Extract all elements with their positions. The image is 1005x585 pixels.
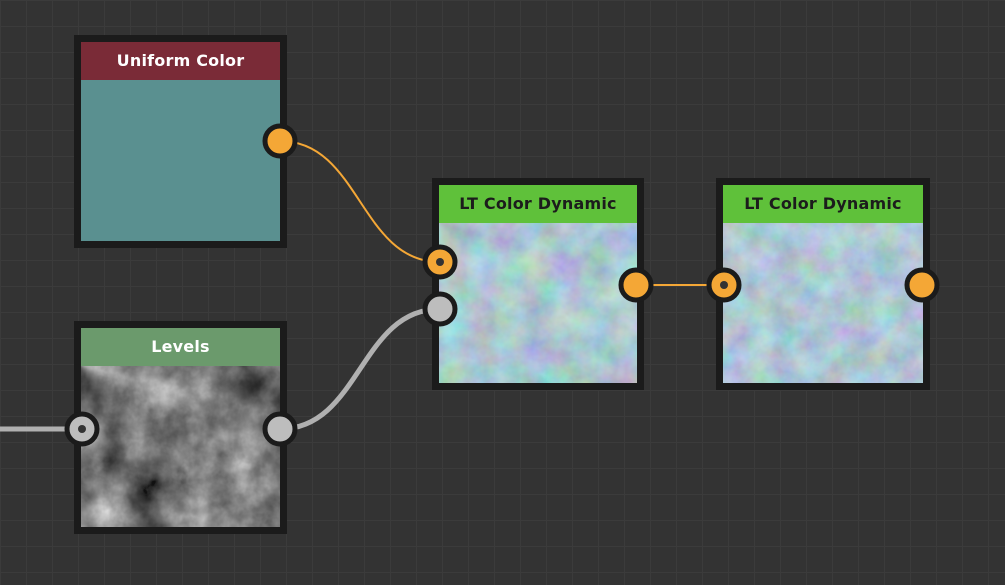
node-header[interactable]: Uniform Color: [81, 42, 280, 80]
levels-input-port[interactable]: [64, 411, 100, 447]
levels-output-port[interactable]: [262, 411, 298, 447]
lt2-color-input-port[interactable]: [706, 267, 742, 303]
levels-node[interactable]: Levels: [74, 321, 287, 534]
node-header[interactable]: Levels: [81, 328, 280, 366]
uniform-color-node[interactable]: Uniform Color: [74, 35, 287, 248]
lt1-grayscale-input-port[interactable]: [422, 291, 458, 327]
node-header[interactable]: LT Color Dynamic: [439, 185, 637, 223]
link-uniform-to-lt1[interactable]: [279, 140, 441, 263]
uniform-color-output-port[interactable]: [262, 123, 298, 159]
lt-color-dynamic-node-1[interactable]: LT Color Dynamic: [432, 178, 644, 390]
lt2-output-port[interactable]: [904, 267, 940, 303]
link-levels-to-lt1[interactable]: [279, 306, 441, 432]
lt1-output-port[interactable]: [618, 267, 654, 303]
lt-color-dynamic-preview-1: [439, 223, 637, 383]
levels-preview: [81, 366, 280, 527]
lt-color-dynamic-node-2[interactable]: LT Color Dynamic: [716, 178, 930, 390]
node-header[interactable]: LT Color Dynamic: [723, 185, 923, 223]
lt1-color-input-port[interactable]: [422, 244, 458, 280]
uniform-color-preview: [81, 80, 280, 241]
lt-color-dynamic-preview-2: [723, 223, 923, 383]
